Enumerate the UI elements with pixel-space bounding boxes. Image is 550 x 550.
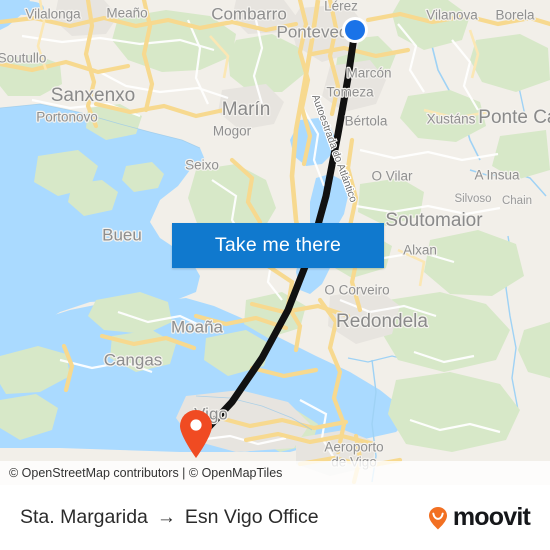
- origin-label: Sta. Margarida: [20, 506, 148, 528]
- map-label: Seixo: [185, 158, 219, 173]
- map-label: Soutullo: [0, 51, 46, 66]
- map-label: Meaño: [106, 6, 147, 21]
- moovit-pin-icon: [428, 506, 447, 529]
- map-label: Portonovo: [36, 110, 98, 125]
- map-label: Vilanova: [426, 8, 478, 23]
- route-summary: Sta. Margarida → Esn Vigo Office: [20, 506, 425, 529]
- map-label: Redondela: [336, 311, 428, 332]
- map-label: Soutomaior: [385, 210, 483, 231]
- moovit-wordmark: moovit: [452, 503, 531, 531]
- map-label: Marín: [222, 99, 271, 120]
- arrow-right-icon: →: [156, 507, 176, 528]
- map-label: Chain: [502, 195, 532, 207]
- attribution-text[interactable]: © OpenStreetMap contributors | © OpenMap…: [9, 466, 282, 480]
- destination-label: Esn Vigo Office: [184, 506, 319, 528]
- map-label: A Insua: [474, 168, 520, 183]
- map-label: Bértola: [345, 114, 388, 129]
- map-label: O Vilar: [371, 169, 413, 184]
- map-label: Moaña: [171, 317, 224, 336]
- map-label: Aeroporto: [324, 440, 383, 455]
- map-label: Borela: [495, 8, 535, 23]
- map-label: Marcón: [346, 66, 391, 81]
- map-label: Sanxenxo: [51, 85, 136, 106]
- origin-marker[interactable]: [342, 17, 368, 43]
- map-label: Silvoso: [454, 193, 491, 205]
- map-label: Combarro: [211, 4, 287, 23]
- take-me-there-button[interactable]: Take me there: [172, 223, 384, 268]
- moovit-logo[interactable]: moovit: [425, 503, 531, 531]
- map-label: Tomeza: [326, 85, 374, 100]
- map-label: Xustáns: [427, 112, 476, 127]
- map-label: Vilalonga: [25, 7, 81, 22]
- map-label: Bueu: [102, 225, 142, 244]
- map-label: O Corveiro: [324, 283, 389, 298]
- map-canvas[interactable]: Autoestrada do Atlántico Vilalonga Meaño C…: [0, 0, 550, 485]
- map-label: Mogor: [213, 124, 252, 139]
- footer-bar: Sta. Margarida → Esn Vigo Office moovit: [0, 485, 550, 550]
- map-label: Ponte Cal: [478, 107, 550, 128]
- map-label: Cangas: [104, 350, 163, 369]
- map-label: Alxan: [403, 243, 437, 258]
- map-label: Lérez: [324, 0, 358, 14]
- map-attribution-bar: © OpenStreetMap contributors | © OpenMap…: [0, 461, 550, 485]
